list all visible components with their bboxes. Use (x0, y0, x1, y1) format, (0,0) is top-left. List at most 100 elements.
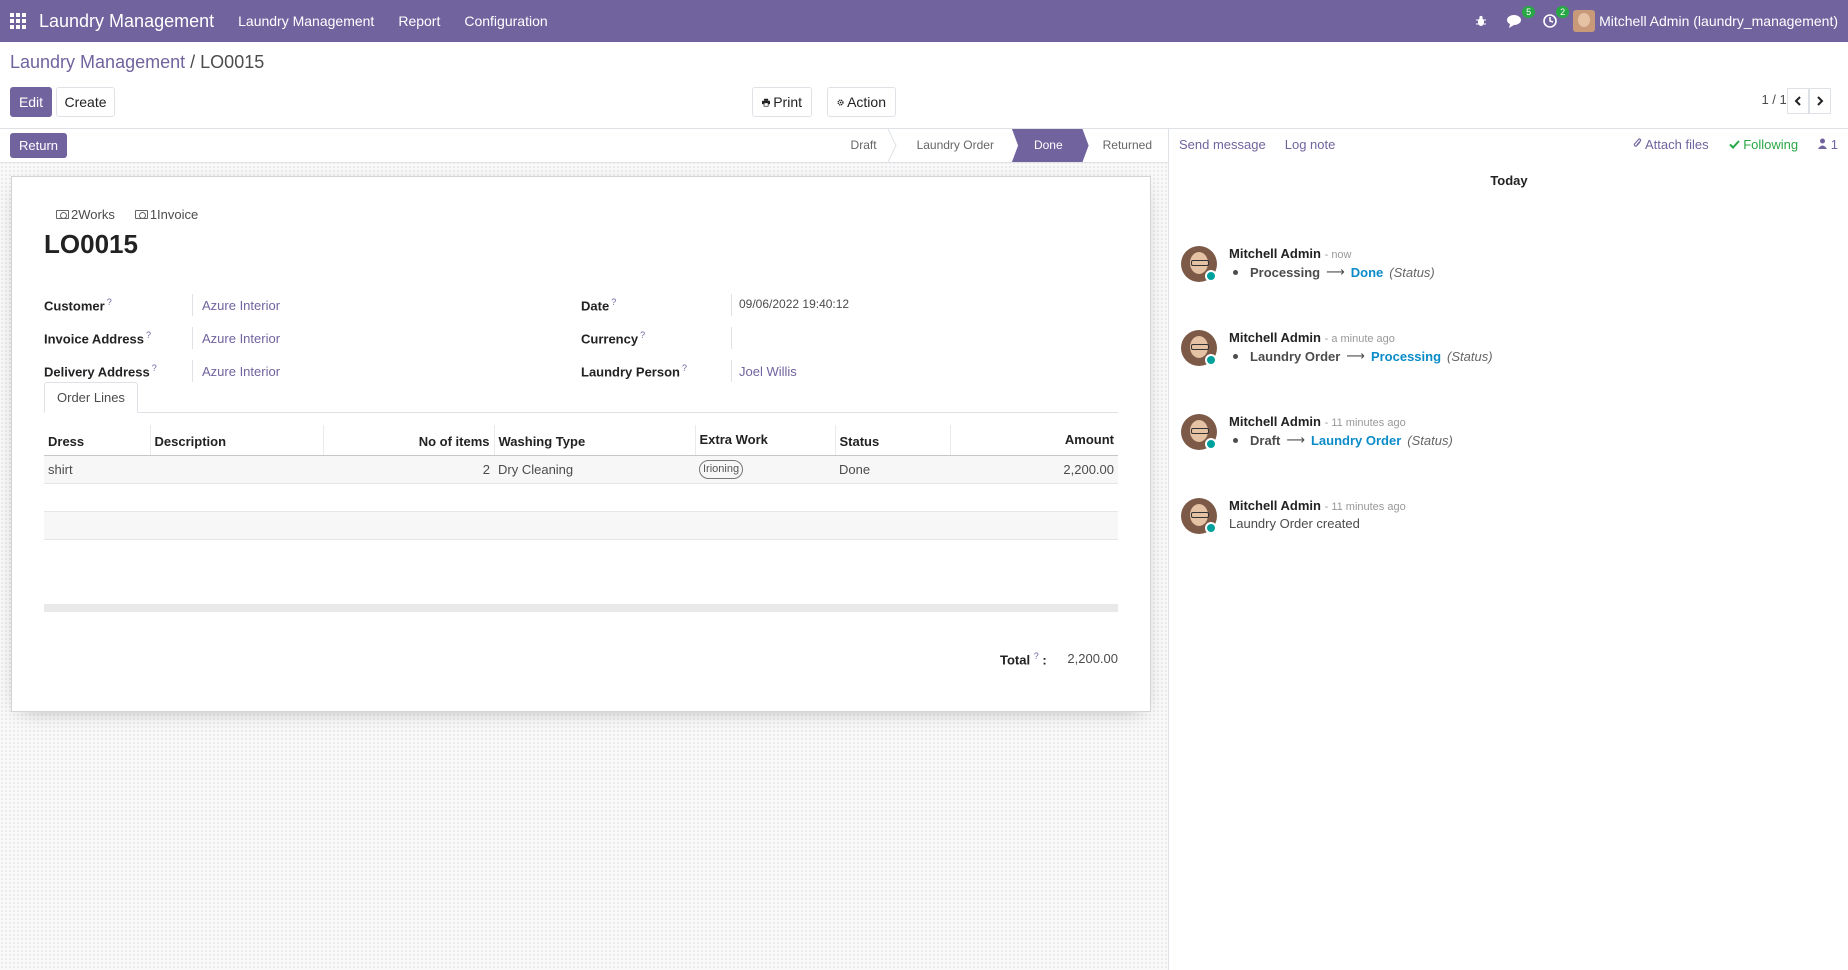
help-icon: ? (640, 330, 646, 340)
paperclip-icon (1633, 138, 1642, 147)
send-message-button[interactable]: Send message (1179, 137, 1266, 152)
pager-next-button[interactable] (1809, 88, 1831, 114)
message-author: Mitchell Admin - 11 minutes ago (1229, 498, 1406, 513)
tracking-value: Processing ⟶ Done (Status) (1233, 264, 1435, 280)
laundry-person-field[interactable]: Joel Willis (739, 364, 797, 379)
divider (731, 327, 732, 349)
cell-description (150, 455, 323, 484)
online-status-icon (1205, 354, 1217, 366)
stage-done[interactable]: Done (1011, 129, 1089, 162)
debug-bug-icon[interactable] (1465, 15, 1497, 27)
message-date: - now (1324, 249, 1352, 261)
divider (192, 360, 193, 382)
divider (192, 294, 193, 316)
column-no-of-items[interactable]: No of items (322, 425, 494, 456)
long-arrow-right-icon: ⟶ (1286, 432, 1305, 447)
author-name[interactable]: Mitchell Admin (1229, 246, 1321, 261)
menu-report[interactable]: Report (386, 13, 452, 29)
message-body: Laundry Order created (1229, 516, 1360, 531)
customer-field[interactable]: Azure Interior (202, 298, 280, 313)
breadcrumb-current: LO0015 (200, 52, 265, 72)
log-note-button[interactable]: Log note (1285, 137, 1336, 152)
user-menu[interactable]: Mitchell Admin (laundry_management) (1567, 10, 1848, 32)
breadcrumb-parent[interactable]: Laundry Management (10, 52, 185, 72)
author-name[interactable]: Mitchell Admin (1229, 330, 1321, 345)
action-label: Action (847, 94, 886, 110)
return-button[interactable]: Return (10, 133, 68, 158)
cell-extra-work: Irioning (695, 455, 835, 484)
delivery-address-field[interactable]: Azure Interior (202, 364, 280, 379)
long-arrow-right-icon: ⟶ (1346, 348, 1365, 363)
user-name: Mitchell Admin (laundry_management) (1599, 13, 1838, 29)
message-author: Mitchell Admin - now (1229, 246, 1352, 261)
invoice-address-field[interactable]: Azure Interior (202, 331, 280, 346)
bullet-icon (1233, 437, 1238, 443)
invoice-smart-button[interactable]: 1Invoice (134, 207, 198, 222)
print-label: Print (773, 94, 802, 110)
create-button[interactable]: Create (56, 87, 115, 117)
chatter-topbar: Send message Log note (1179, 137, 1335, 152)
form-sheet: 2Works 1Invoice LO0015 Customer? Azure I… (11, 176, 1151, 712)
author-name[interactable]: Mitchell Admin (1229, 414, 1321, 429)
activities-clock-icon[interactable]: 2 (1533, 6, 1570, 28)
stage-laundry-order[interactable]: Laundry Order (895, 129, 1012, 162)
divider (731, 294, 732, 316)
edit-button[interactable]: Edit (10, 87, 52, 117)
cell-amount: 2,200.00 (950, 455, 1118, 484)
total-label: Total ? : (1000, 651, 1047, 668)
customer-label: Customer? (44, 297, 112, 314)
message-author: Mitchell Admin - 11 minutes ago (1229, 414, 1406, 429)
column-extra-work[interactable]: Extra Work (694, 425, 835, 456)
table-header-row: Dress Description No of items Washing Ty… (44, 425, 1118, 456)
record-title: LO0015 (44, 229, 138, 259)
tab-divider (44, 412, 1118, 413)
print-button[interactable]: Print (752, 87, 812, 117)
attach-files-button[interactable]: Attach files (1633, 137, 1709, 152)
bullet-icon (1233, 269, 1238, 275)
menu-configuration[interactable]: Configuration (452, 13, 559, 29)
help-icon: ? (611, 297, 617, 307)
user-avatar (1573, 10, 1596, 32)
empty-row (44, 539, 1118, 567)
tracked-field: (Status) (1389, 264, 1435, 280)
top-navbar: Laundry Management Laundry Management Re… (0, 0, 1848, 42)
apps-menu-icon[interactable] (0, 0, 36, 42)
tracking-value: Laundry Order ⟶ Processing (Status) (1233, 348, 1493, 364)
new-value: Processing (1370, 348, 1442, 364)
menu-laundry-management[interactable]: Laundry Management (226, 13, 386, 29)
pager-previous-button[interactable] (1787, 88, 1809, 114)
empty-row (44, 483, 1118, 512)
cell-status: Done (835, 455, 950, 484)
chatter-topbar-right: Attach files Following 1 (1633, 137, 1838, 152)
column-amount[interactable]: Amount (949, 425, 1118, 456)
column-status[interactable]: Status (834, 425, 950, 456)
activities-badge: 2 (1556, 6, 1570, 18)
new-value: Laundry Order (1310, 432, 1402, 448)
date-label: Date? (581, 297, 617, 314)
action-button[interactable]: Action (827, 87, 896, 117)
message-date: - 11 minutes ago (1324, 501, 1406, 513)
tab-order-lines[interactable]: Order Lines (44, 382, 138, 413)
gear-icon (837, 98, 844, 106)
table-row[interactable]: shirt 2 Dry Cleaning Irioning Done 2,200… (44, 455, 1118, 484)
statusbar: Return Draft Laundry Order Done Returned (0, 129, 1168, 163)
column-description[interactable]: Description (149, 425, 323, 456)
tracking-value: Draft ⟶ Laundry Order (Status) (1233, 432, 1453, 448)
following-button[interactable]: Following (1728, 137, 1798, 152)
new-value: Done (1350, 264, 1384, 280)
stage-draft[interactable]: Draft (839, 129, 897, 162)
online-status-icon (1205, 522, 1217, 534)
stage-returned[interactable]: Returned (1089, 129, 1168, 162)
money-icon (134, 210, 148, 219)
online-status-icon (1205, 438, 1217, 450)
works-smart-button[interactable]: 2Works (56, 207, 115, 222)
column-washing-type[interactable]: Washing Type (493, 425, 695, 456)
app-brand[interactable]: Laundry Management (39, 11, 214, 32)
currency-label: Currency? (581, 330, 646, 347)
messages-icon[interactable]: 5 (1497, 6, 1536, 28)
bullet-icon (1233, 353, 1238, 359)
author-name[interactable]: Mitchell Admin (1229, 498, 1321, 513)
column-dress[interactable]: Dress (44, 425, 150, 456)
followers-button[interactable]: 1 (1818, 137, 1838, 152)
date-field[interactable]: 09/06/2022 19:40:12 (739, 297, 849, 311)
